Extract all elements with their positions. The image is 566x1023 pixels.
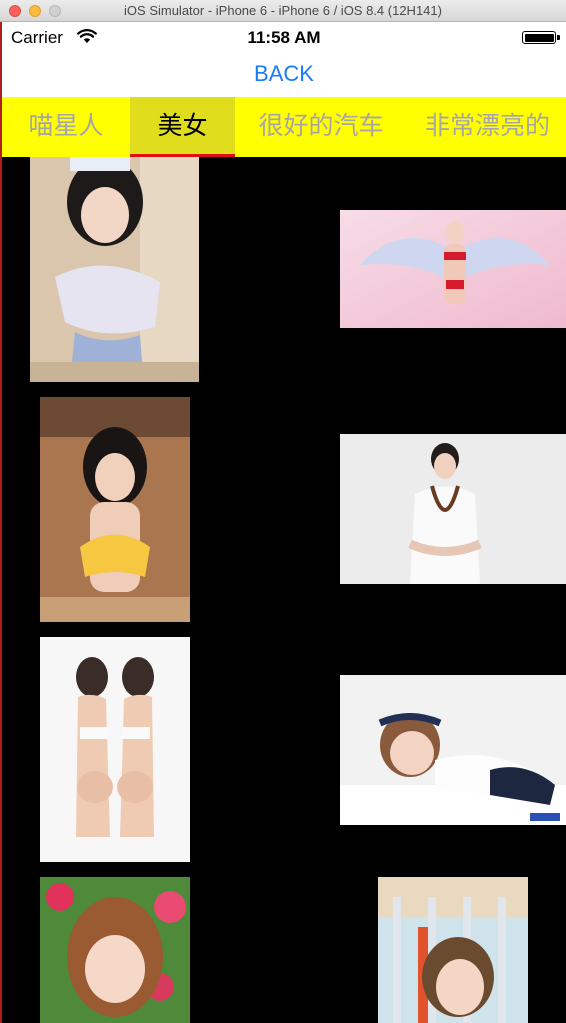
photo-8[interactable] xyxy=(378,877,528,1023)
photo-2[interactable] xyxy=(340,210,566,328)
status-bar: Carrier 11:58 AM xyxy=(2,22,566,52)
category-tab-strip[interactable]: 喵星人 美女 很好的汽车 非常漂亮的 xyxy=(2,97,566,157)
nav-bar: BACK xyxy=(2,52,566,97)
photo-grid[interactable] xyxy=(2,157,566,1023)
tab-cars[interactable]: 很好的汽车 xyxy=(235,97,407,157)
photo-7[interactable] xyxy=(40,877,190,1023)
tab-label: 很好的汽车 xyxy=(258,111,384,140)
back-button[interactable]: BACK xyxy=(2,61,566,87)
tab-label: 喵星人 xyxy=(28,111,104,140)
simulator-titlebar: iOS Simulator - iPhone 6 - iPhone 6 / iO… xyxy=(0,0,566,22)
tab-beauty[interactable]: 美女 xyxy=(130,97,235,157)
battery-icon xyxy=(522,31,560,44)
photo-6[interactable] xyxy=(340,675,566,825)
photo-1[interactable] xyxy=(30,157,199,382)
tab-label: 美女 xyxy=(157,111,208,140)
tab-label: 非常漂亮的 xyxy=(425,111,551,140)
photo-3[interactable] xyxy=(40,397,190,622)
tab-pretty[interactable]: 非常漂亮的 xyxy=(407,97,566,157)
photo-5[interactable] xyxy=(40,637,190,862)
photo-4[interactable] xyxy=(340,434,566,584)
clock: 11:58 AM xyxy=(247,28,321,47)
window-title: iOS Simulator - iPhone 6 - iPhone 6 / iO… xyxy=(124,3,442,18)
tab-cats[interactable]: 喵星人 xyxy=(2,97,130,157)
